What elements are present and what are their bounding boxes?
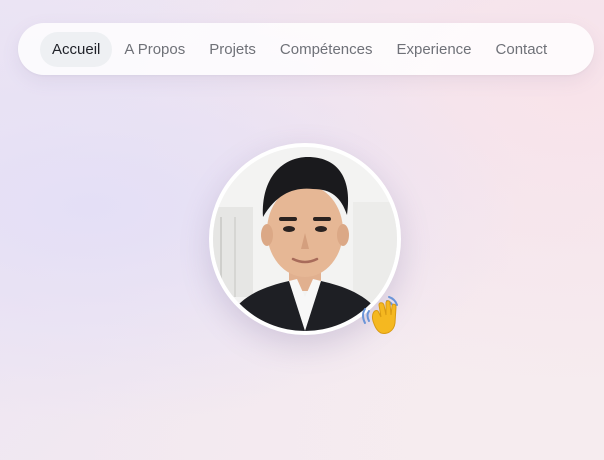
nav-item-competences[interactable]: Compétences (268, 32, 385, 67)
top-navbar: Accueil A Propos Projets Compétences Exp… (18, 23, 594, 75)
nav-item-projets[interactable]: Projets (197, 32, 268, 67)
hero-avatar-block (209, 143, 401, 335)
nav-item-accueil[interactable]: Accueil (40, 31, 113, 67)
waving-hand-icon (362, 296, 398, 334)
nav-item-a-propos[interactable]: A Propos (112, 32, 197, 67)
nav-item-contact[interactable]: Contact (484, 32, 560, 67)
nav-item-experience[interactable]: Experience (384, 32, 483, 67)
